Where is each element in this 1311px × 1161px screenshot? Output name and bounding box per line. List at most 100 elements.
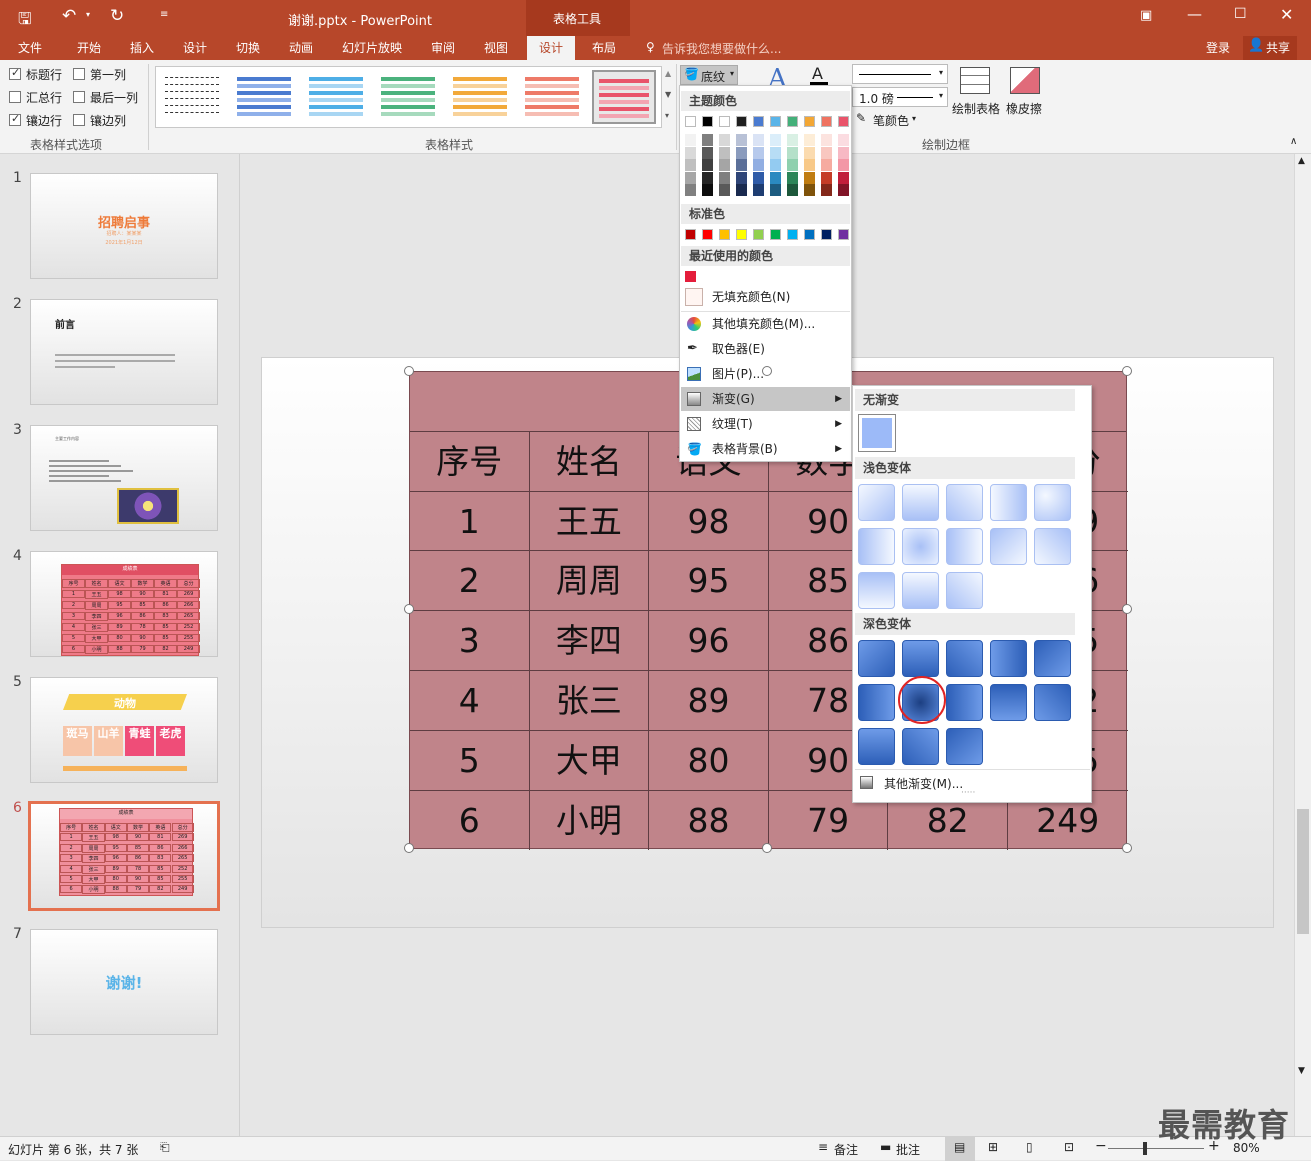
scroll-down-icon[interactable]: ▼	[1298, 1066, 1305, 1076]
resize-handle[interactable]	[404, 366, 414, 376]
theme-shade-swatch[interactable]	[736, 171, 747, 184]
gallery-up-icon[interactable]: ▲	[665, 69, 671, 78]
ribbon-display-icon[interactable]: ▣	[1140, 8, 1152, 23]
standard-color-swatch[interactable]	[838, 229, 849, 240]
no-fill-item[interactable]: 无填充颜色(N)	[681, 285, 850, 309]
texture-item[interactable]: 纹理(T) ▶	[681, 412, 850, 436]
resize-handle[interactable]	[1122, 366, 1132, 376]
table-cell[interactable]: 王五	[529, 491, 650, 552]
eraser-button[interactable]: 橡皮擦	[1006, 100, 1042, 117]
collapse-ribbon-icon[interactable]: ∧	[1290, 136, 1297, 147]
table-header-cell[interactable]: 姓名	[529, 431, 650, 492]
resize-handle[interactable]	[404, 843, 414, 853]
theme-shade-swatch[interactable]	[736, 159, 747, 171]
table-cell[interactable]: 98	[649, 491, 769, 552]
dark-gradient-option[interactable]	[946, 640, 983, 677]
undo-icon[interactable]: ↶	[62, 6, 76, 26]
theme-shade-swatch[interactable]	[821, 159, 832, 171]
table-cell[interactable]: 88	[649, 790, 769, 851]
tab-design[interactable]: 设计	[171, 36, 219, 60]
table-cell[interactable]: 89	[649, 671, 769, 731]
table-cell[interactable]: 1	[410, 491, 530, 552]
resize-handle[interactable]	[762, 843, 772, 853]
resize-handle[interactable]	[1122, 843, 1132, 853]
normal-view-icon[interactable]: ▤	[945, 1137, 975, 1161]
theme-shade-swatch[interactable]	[702, 159, 713, 171]
theme-shade-swatch[interactable]	[719, 146, 730, 159]
dark-gradient-option[interactable]	[946, 684, 983, 721]
more-gradients-item[interactable]: 其他渐变(M)...	[884, 775, 963, 792]
slide-sorter-icon[interactable]: ⊞	[988, 1140, 998, 1154]
table-cell[interactable]: 5	[410, 730, 530, 791]
eyedropper-item[interactable]: ✒ 取色器(E)	[681, 337, 850, 361]
dark-gradient-option[interactable]	[858, 640, 895, 677]
tab-table-design[interactable]: 设计	[527, 36, 575, 60]
table-style-option[interactable]	[520, 70, 584, 124]
theme-shade-swatch[interactable]	[821, 134, 832, 146]
table-cell[interactable]: 4	[410, 671, 530, 731]
table-cell[interactable]: 李四	[529, 611, 650, 671]
table-cell[interactable]: 周周	[529, 551, 650, 612]
theme-shade-swatch[interactable]	[753, 159, 764, 171]
theme-shade-swatch[interactable]	[753, 134, 764, 146]
table-cell[interactable]: 大甲	[529, 730, 650, 791]
standard-color-swatch[interactable]	[753, 229, 764, 240]
pen-weight-dropdown[interactable]: 1.0 磅 ▾	[852, 87, 948, 107]
close-icon[interactable]: ✕	[1280, 5, 1293, 24]
theme-shade-swatch[interactable]	[702, 134, 713, 146]
theme-shade-swatch[interactable]	[753, 184, 764, 196]
table-style-option[interactable]	[160, 70, 224, 124]
light-gradient-option[interactable]	[858, 528, 895, 565]
shading-button[interactable]: 🪣 底纹 ▾	[680, 65, 738, 85]
theme-shade-swatch[interactable]	[787, 146, 798, 159]
theme-shade-swatch[interactable]	[838, 159, 849, 171]
maximize-icon[interactable]: ☐	[1234, 6, 1247, 22]
dark-gradient-option[interactable]	[946, 728, 983, 765]
save-icon[interactable]: 🖫	[18, 8, 32, 35]
standard-color-swatch[interactable]	[804, 229, 815, 240]
customize-qat-icon[interactable]: ≡	[160, 9, 168, 20]
standard-color-swatch[interactable]	[787, 229, 798, 240]
draw-table-button[interactable]: 绘制表格	[952, 100, 1000, 117]
light-gradient-option[interactable]	[946, 528, 983, 565]
pen-style-dropdown[interactable]: ▾	[852, 64, 948, 84]
tab-view[interactable]: 视图	[472, 36, 520, 60]
theme-shade-swatch[interactable]	[719, 134, 730, 146]
dark-gradient-option[interactable]	[858, 684, 895, 721]
resize-handle[interactable]	[1122, 604, 1132, 614]
light-gradient-option[interactable]	[946, 572, 983, 609]
theme-shade-swatch[interactable]	[838, 134, 849, 146]
theme-color-swatch[interactable]	[804, 116, 815, 127]
slideshow-view-icon[interactable]: ⊡	[1064, 1140, 1074, 1154]
tab-slideshow[interactable]: 幻灯片放映	[334, 36, 410, 60]
dark-gradient-option[interactable]	[990, 684, 1027, 721]
theme-shade-swatch[interactable]	[736, 146, 747, 159]
standard-color-swatch[interactable]	[702, 229, 713, 240]
dark-gradient-option[interactable]	[858, 728, 895, 765]
light-gradient-option[interactable]	[858, 572, 895, 609]
light-gradient-option[interactable]	[902, 572, 939, 609]
theme-shade-swatch[interactable]	[804, 159, 815, 171]
recent-color-swatch[interactable]	[685, 271, 696, 282]
table-cell[interactable]: 80	[649, 730, 769, 791]
theme-shade-swatch[interactable]	[685, 146, 696, 159]
minimize-icon[interactable]: —	[1187, 5, 1202, 23]
scroll-up-icon[interactable]: ▲	[1298, 156, 1305, 166]
vertical-scrollbar[interactable]: ▲ ▼	[1294, 154, 1311, 1136]
theme-shade-swatch[interactable]	[702, 171, 713, 184]
slide-thumbnail[interactable]: 招聘启事 招聘人：某某某 2021年1月12日	[30, 173, 218, 279]
standard-color-swatch[interactable]	[821, 229, 832, 240]
gallery-down-icon[interactable]: ▼	[665, 90, 671, 99]
dark-gradient-option[interactable]	[1034, 640, 1071, 677]
theme-shade-swatch[interactable]	[821, 171, 832, 184]
theme-shade-swatch[interactable]	[787, 159, 798, 171]
theme-shade-swatch[interactable]	[685, 159, 696, 171]
table-style-option[interactable]	[304, 70, 368, 124]
slide-thumbnail[interactable]: 前言	[30, 299, 218, 405]
standard-color-swatch[interactable]	[736, 229, 747, 240]
table-cell[interactable]: 张三	[529, 671, 650, 731]
tab-insert[interactable]: 插入	[118, 36, 166, 60]
header-row-checkbox[interactable]	[9, 66, 21, 80]
tab-review[interactable]: 审阅	[419, 36, 467, 60]
first-column-checkbox[interactable]	[73, 68, 85, 80]
